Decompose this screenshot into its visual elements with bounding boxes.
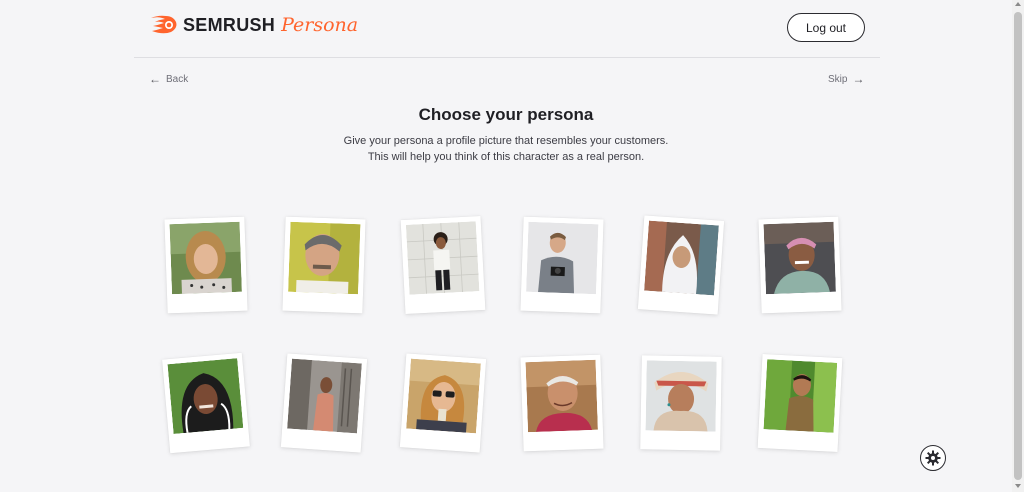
- persona-photo: [526, 221, 599, 295]
- persona-card-3[interactable]: [400, 215, 486, 315]
- product-name: Persona: [281, 14, 359, 36]
- scrollbar-thumb[interactable]: [1014, 12, 1022, 480]
- scroll-up-icon[interactable]: [1015, 2, 1021, 6]
- persona-card-2[interactable]: [282, 216, 366, 314]
- persona-card-4[interactable]: [520, 216, 604, 314]
- persona-card-5[interactable]: [637, 215, 725, 315]
- persona-card-9[interactable]: [399, 353, 487, 453]
- arrow-left-icon: ←: [149, 72, 161, 86]
- scroll-down-icon[interactable]: [1015, 484, 1021, 488]
- skip-label: Skip: [828, 73, 848, 85]
- page-title: Choose your persona: [418, 105, 594, 124]
- semrush-flame-icon: [151, 15, 177, 34]
- persona-card-12[interactable]: [757, 353, 843, 453]
- page-subtitle: Give your persona a profile picture that…: [0, 133, 1012, 165]
- persona-photo: [167, 358, 244, 434]
- persona-photo: [405, 221, 480, 295]
- arrow-right-icon: →: [852, 72, 865, 86]
- persona-card-7[interactable]: [162, 352, 250, 454]
- subtitle-line-1: Give your persona a profile picture that…: [343, 135, 669, 147]
- persona-card-8[interactable]: [280, 353, 368, 453]
- brand-name: SEMRUSH: [183, 14, 276, 35]
- persona-photo: [645, 360, 717, 432]
- persona-photo: [288, 221, 361, 295]
- persona-card-10[interactable]: [520, 354, 604, 452]
- semrush-persona-logo[interactable]: SEMRUSH Persona: [149, 13, 358, 37]
- logout-button[interactable]: Log out: [787, 13, 865, 42]
- subtitle-line-2: This will help you think of this charact…: [367, 151, 645, 163]
- persona-photo: [763, 221, 836, 295]
- back-link[interactable]: ← Back: [149, 72, 188, 86]
- persona-card-1[interactable]: [164, 216, 248, 314]
- persona-photo: [525, 359, 598, 433]
- header: SEMRUSH Persona Log out: [0, 0, 1012, 58]
- skip-link[interactable]: Skip →: [828, 72, 864, 86]
- persona-photo: [763, 359, 838, 433]
- gear-icon[interactable]: [920, 445, 946, 471]
- persona-card-11[interactable]: [640, 355, 722, 451]
- persona-photo: [287, 358, 362, 434]
- back-label: Back: [166, 73, 189, 85]
- header-divider: [134, 57, 880, 58]
- persona-photo: [169, 221, 242, 295]
- persona-photo: [406, 358, 481, 434]
- persona-card-6[interactable]: [758, 216, 842, 314]
- persona-photo: [644, 220, 719, 296]
